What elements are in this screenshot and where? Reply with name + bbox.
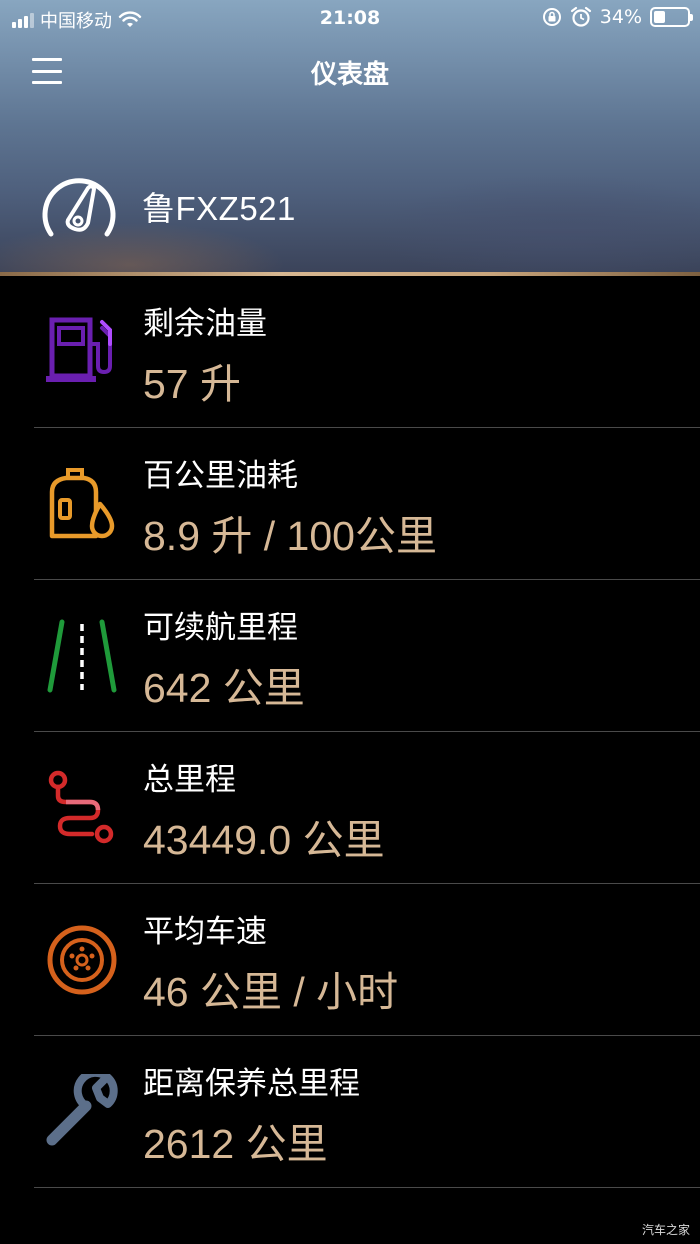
alarm-icon [570, 6, 591, 27]
route-icon [48, 770, 114, 844]
metric-value: 2612 公里 [143, 1121, 328, 1167]
header: 中国移动 21:08 34% 仪表盘 鲁FXZ521 [0, 0, 700, 276]
row-divider [34, 1187, 700, 1188]
metric-value: 46 公里 / 小时 [143, 969, 399, 1015]
metric-row-maintenance[interactable]: 距离保养总里程 2612 公里 [0, 1036, 700, 1188]
status-right: 34% [542, 6, 693, 28]
metric-label: 可续航里程 [143, 610, 298, 646]
oil-bottle-icon [49, 468, 115, 539]
speedometer-icon [42, 178, 116, 237]
metrics-list: 剩余油量 57 升 百公里油耗 8.9 升 / 100公里 可续航里程 642 … [0, 276, 700, 1188]
status-bar: 中国移动 21:08 34% [0, 0, 700, 36]
metric-label: 百公里油耗 [143, 458, 298, 494]
battery-level [654, 11, 665, 23]
metric-label: 平均车速 [143, 914, 267, 950]
watermark: 汽车之家 [641, 1223, 690, 1237]
license-plate: 鲁FXZ521 [142, 190, 296, 227]
metric-row-fuel[interactable]: 剩余油量 57 升 [0, 276, 700, 428]
metric-value: 8.9 升 / 100公里 [143, 513, 437, 559]
battery-percent: 34% [599, 6, 642, 28]
metric-label: 距离保养总里程 [143, 1066, 360, 1102]
metric-value: 43449.0 公里 [143, 817, 385, 863]
metric-value: 642 公里 [143, 665, 305, 711]
fuel-pump-icon [46, 317, 112, 382]
metric-label: 剩余油量 [143, 306, 267, 342]
metric-label: 总里程 [143, 762, 236, 798]
battery-icon [650, 7, 693, 27]
metric-value: 57 升 [143, 361, 241, 407]
wrench-icon [46, 1074, 118, 1146]
metric-row-range[interactable]: 可续航里程 642 公里 [0, 580, 700, 732]
metric-row-odometer[interactable]: 总里程 43449.0 公里 [0, 732, 700, 884]
rotation-lock-icon [542, 8, 561, 26]
wheel-icon [47, 925, 117, 995]
metric-row-speed[interactable]: 平均车速 46 公里 / 小时 [0, 884, 700, 1036]
metric-row-consumption[interactable]: 百公里油耗 8.9 升 / 100公里 [0, 428, 700, 580]
car-block: 鲁FXZ521 [38, 168, 296, 244]
page-title: 仪表盘 [310, 60, 389, 90]
road-icon [47, 619, 117, 693]
